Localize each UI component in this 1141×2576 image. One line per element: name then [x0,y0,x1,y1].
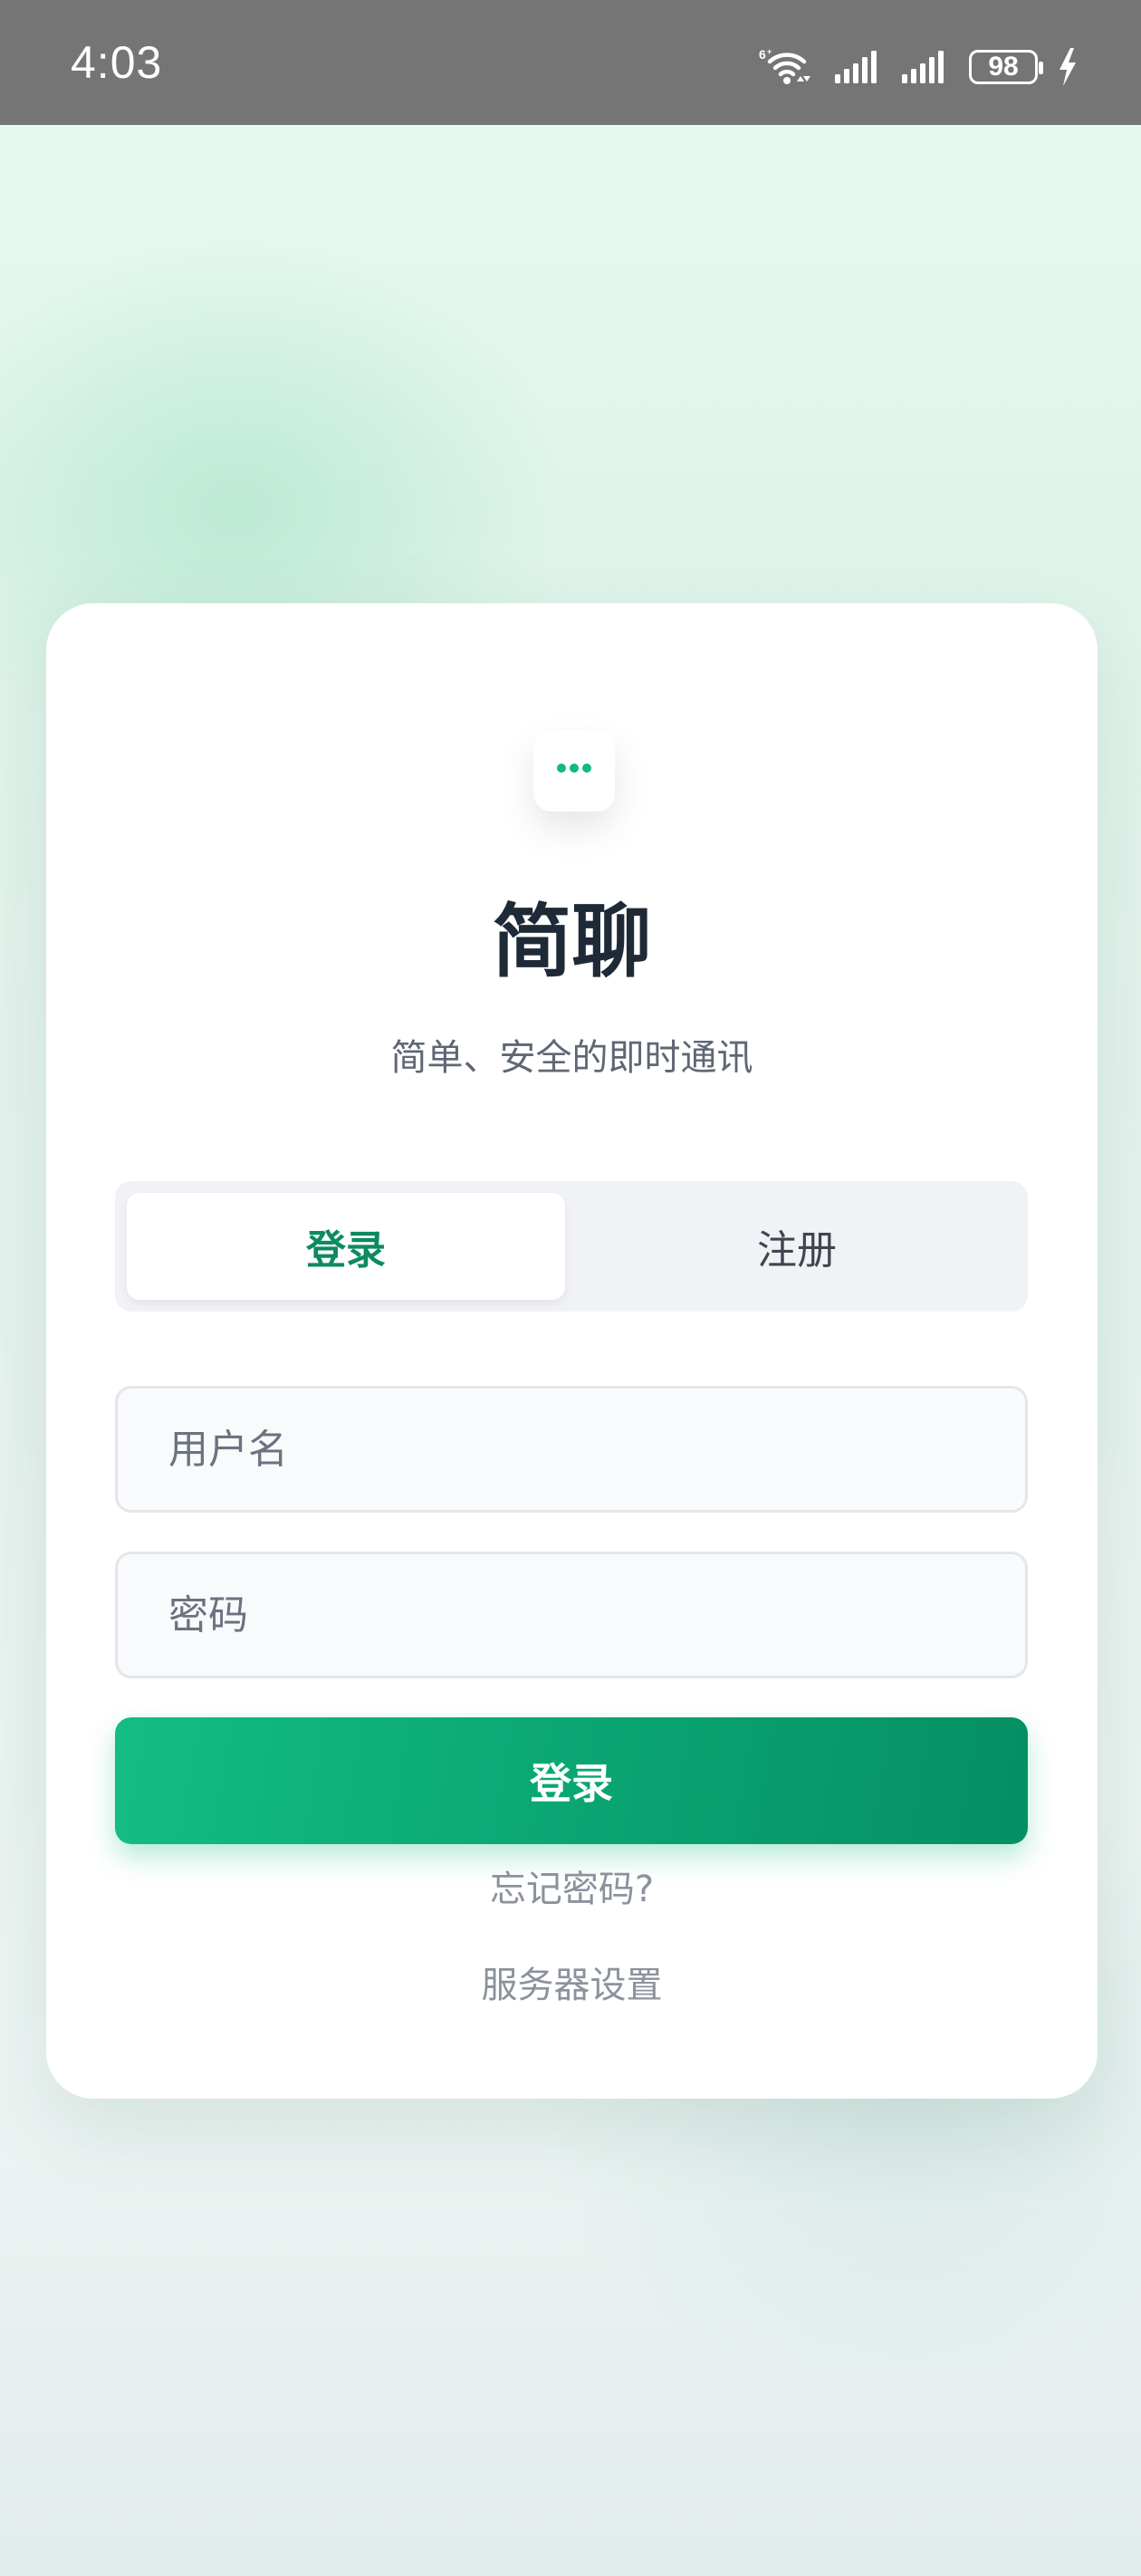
auth-tabs: 登录 注册 [115,1181,1028,1312]
server-settings-link[interactable]: 服务器设置 [46,1967,1098,2004]
username-input[interactable] [115,1386,1028,1513]
login-screen: 4:03 6 + 98 简聊 简单、安全的即时通讯 登录 注册 用户名 登录 忘… [0,0,1141,2576]
svg-text:+: + [767,47,772,56]
app-logo [533,730,615,812]
battery-level: 98 [988,52,1019,82]
battery-icon: 98 [969,50,1043,84]
forgot-password-link[interactable]: 忘记密码? [46,1871,1098,1908]
status-time: 4:03 [71,37,163,88]
password-input[interactable] [115,1552,1028,1678]
signal-icon [835,51,877,83]
app-subtitle: 简单、安全的即时通讯 [390,1037,753,1079]
tab-register[interactable]: 注册 [578,1193,1016,1300]
login-card: 简聊 简单、安全的即时通讯 登录 注册 登录 忘记密码? 服务器设置 [46,603,1098,2099]
login-button[interactable]: 登录 [115,1717,1028,1844]
signal-icon [902,51,944,83]
status-bar: 4:03 6 + 98 [0,0,1141,125]
svg-text:6: 6 [759,47,766,62]
battery-cap [1039,62,1043,74]
status-icons: 6 + 98 [759,47,1078,87]
wifi-6-icon: 6 + [759,47,810,84]
app-title: 简聊 [492,895,652,988]
tab-login[interactable]: 登录 [127,1193,565,1300]
chat-bubble-icon [537,734,611,810]
charging-icon [1060,48,1076,86]
